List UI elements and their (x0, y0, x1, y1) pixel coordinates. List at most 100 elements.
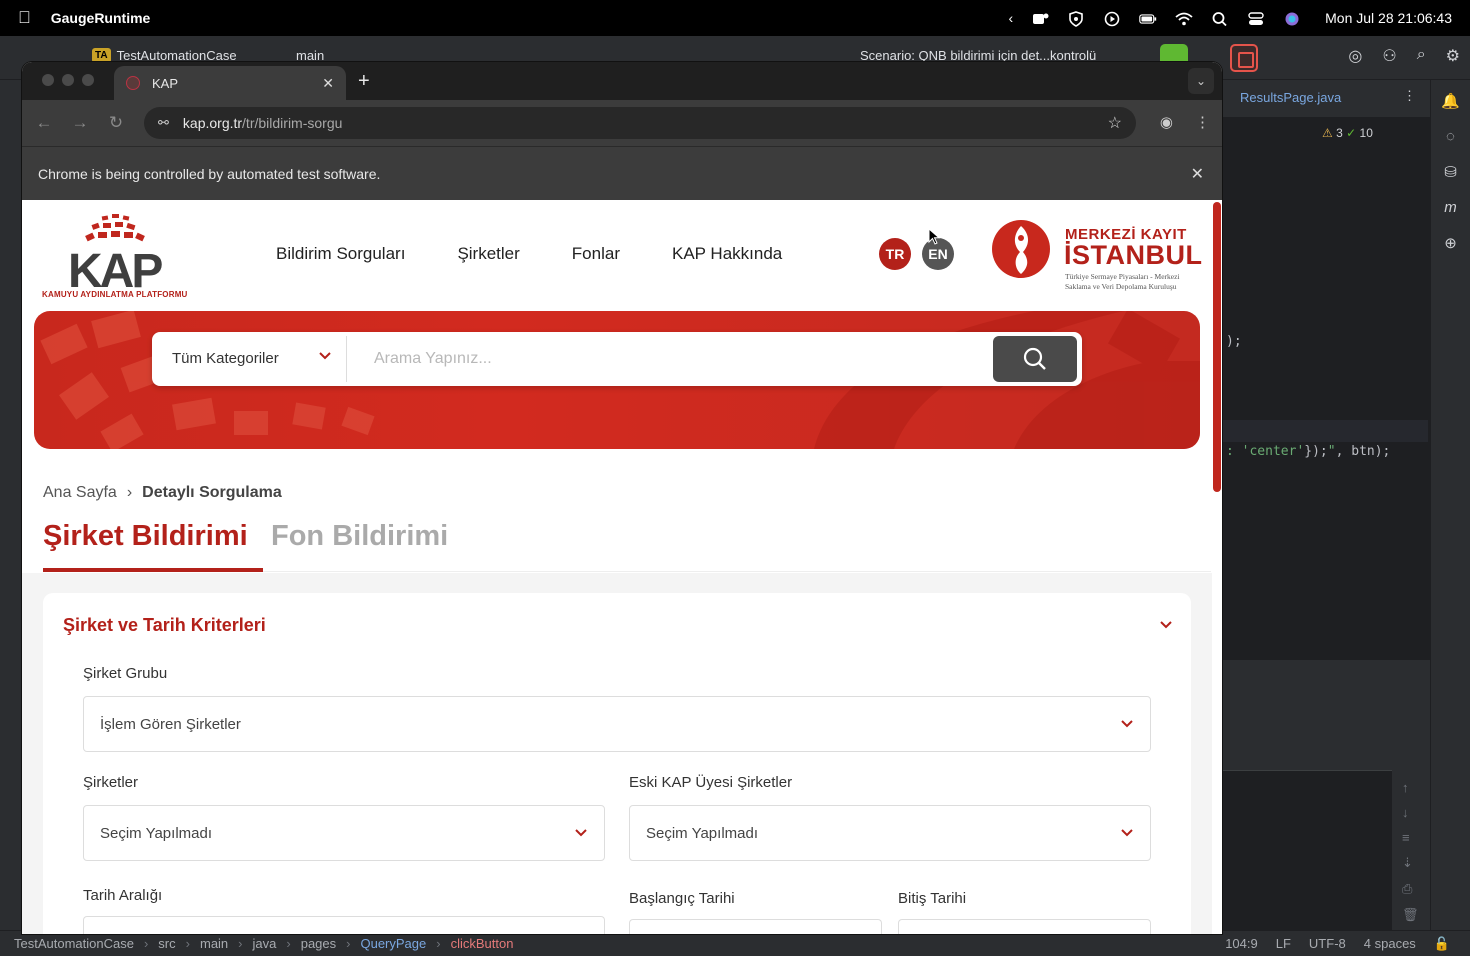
forward-icon[interactable]: → (62, 113, 98, 133)
criteria-title[interactable]: Şirket ve Tarih Kriterleri (63, 615, 266, 636)
app-name[interactable]: GaugeRuntime (51, 10, 151, 26)
search-divider (346, 336, 347, 382)
chevron-left-icon[interactable]: ‹ (1008, 10, 1013, 26)
stop-button[interactable] (1230, 44, 1258, 72)
inspections-widget[interactable]: ⚠ 3 ✓ 10 (1322, 126, 1373, 140)
breadcrumb-current: Detaylı Sorgulama (142, 484, 282, 501)
editor-tab[interactable]: ResultsPage.java ⋮ (1222, 80, 1430, 118)
site-info-icon[interactable]: ⚯ (158, 115, 169, 131)
crumb-class[interactable]: QueryPage (360, 936, 426, 951)
old-members-select[interactable]: Seçim Yapılmadı (629, 805, 1151, 861)
close-window-button[interactable] (42, 74, 54, 86)
arrow-down-icon[interactable]: ↓ (1402, 805, 1419, 820)
nav-item-kap-hakkinda[interactable]: KAP Hakkında (672, 244, 782, 264)
mki-line3: Türkiye Sermaye Piyasaları - Merkezi Sak… (1065, 272, 1180, 291)
teams-icon[interactable] (1031, 11, 1049, 25)
kap-logo[interactable]: KAP KAMUYU AYDINLATMA PLATFORMU (42, 214, 194, 300)
crumb-java[interactable]: java (253, 936, 277, 951)
ai-chat-icon[interactable]: ◌ (1446, 128, 1455, 145)
lock-icon[interactable]: 🔓 (1434, 936, 1450, 952)
profile-icon[interactable]: ◉ (1160, 113, 1173, 131)
companies-select[interactable]: Seçim Yapılmadı (83, 805, 605, 861)
browser-toolbar-right: ◉ ⋮ (1160, 113, 1210, 131)
apple-icon[interactable]:  (18, 8, 31, 28)
warning-count: 3 (1336, 126, 1343, 140)
more-options-icon[interactable]: ⋮ (1403, 88, 1416, 104)
arrow-up-icon[interactable]: ↑ (1402, 780, 1419, 795)
notifications-icon[interactable]: 🔔 (1441, 92, 1460, 110)
zoom-window-button[interactable] (82, 74, 94, 86)
chevron-down-icon (1120, 825, 1134, 844)
maven-icon[interactable]: m (1444, 199, 1457, 216)
soft-wrap-icon[interactable]: ≡ (1402, 830, 1419, 845)
wifi-icon[interactable] (1175, 11, 1193, 26)
chrome-menu-icon[interactable]: ⋮ (1195, 113, 1210, 131)
settings-icon[interactable]: ⚙ (1446, 46, 1460, 66)
lang-tr-button[interactable]: TR (879, 238, 911, 270)
trash-icon[interactable]: 🗑 (1402, 907, 1419, 923)
code-line[interactable]: ); (1226, 334, 1242, 349)
tab-sirket-bildirimi[interactable]: Şirket Bildirimi (43, 520, 248, 553)
search-input[interactable]: Arama Yapınız... (374, 350, 492, 368)
web-icon[interactable]: ⊕ (1444, 234, 1457, 252)
breadcrumb-home[interactable]: Ana Sayfa (43, 484, 117, 502)
indent-setting[interactable]: 4 spaces (1364, 936, 1416, 952)
play-circle-icon[interactable] (1103, 11, 1121, 27)
run-console[interactable] (1222, 770, 1392, 930)
category-select[interactable]: Tüm Kategoriler (172, 350, 279, 367)
ai-assistant-icon[interactable]: ◎ (1348, 46, 1362, 66)
database-icon[interactable]: ⛁ (1444, 163, 1457, 181)
page-scrollbar[interactable] (1212, 200, 1222, 934)
tab-search-button[interactable]: ⌄ (1188, 68, 1214, 94)
siri-icon[interactable] (1283, 11, 1301, 26)
shield-icon[interactable] (1067, 11, 1085, 27)
active-tab-indicator (43, 568, 263, 572)
warning-icon: ⚠ (1322, 126, 1333, 140)
start-date-input[interactable] (629, 919, 882, 934)
nav-item-sirketler[interactable]: Şirketler (457, 244, 519, 264)
crumb-pages[interactable]: pages (301, 936, 336, 951)
code-line[interactable]: : 'center'});", btn); (1226, 444, 1390, 459)
project-name: TestAutomationCase (116, 48, 237, 63)
nav-item-bildirim-sorgulari[interactable]: Bildirim Sorguları (276, 244, 405, 264)
mki-logo[interactable]: MERKEZİ KAYIT İSTANBUL Türkiye Sermaye P… (990, 216, 1202, 296)
print-icon[interactable]: ⎙ (1402, 881, 1419, 897)
search-button[interactable] (993, 336, 1077, 382)
file-encoding[interactable]: UTF-8 (1309, 936, 1346, 952)
reload-icon[interactable]: ↻ (98, 113, 134, 133)
crumb-src[interactable]: src (158, 936, 175, 951)
branch-selector[interactable]: main (296, 48, 324, 63)
close-tab-icon[interactable]: ✕ (322, 75, 334, 92)
date-range-select[interactable] (83, 916, 605, 934)
back-icon[interactable]: ← (26, 113, 62, 133)
end-date-label: Bitiş Tarihi (898, 890, 967, 907)
crumb-method[interactable]: clickButton (451, 936, 514, 951)
caret-position[interactable]: 104:9 (1225, 936, 1258, 952)
minimize-window-button[interactable] (62, 74, 74, 86)
menubar-clock[interactable]: Mon Jul 28 21:06:43 (1325, 10, 1452, 26)
close-infobar-icon[interactable]: ✕ (1191, 164, 1204, 184)
run-config-selector[interactable]: Scenario: QNB bildirimi için det...kontr… (860, 48, 1096, 63)
crumb-project[interactable]: TestAutomationCase (14, 936, 134, 951)
control-center-icon[interactable] (1247, 11, 1265, 25)
bookmark-star-icon[interactable]: ☆ (1108, 113, 1122, 133)
chevron-down-icon[interactable] (1159, 617, 1173, 636)
nav-item-fonlar[interactable]: Fonlar (572, 244, 620, 264)
tab-fon-bildirimi[interactable]: Fon Bildirimi (271, 520, 448, 553)
company-group-label: Şirket Grubu (83, 665, 168, 682)
crumb-main[interactable]: main (200, 936, 228, 951)
company-group-select[interactable]: İşlem Gören Şirketler (83, 696, 1151, 752)
scrollbar-thumb[interactable] (1213, 202, 1221, 492)
add-user-icon[interactable]: ⚇ (1382, 46, 1396, 66)
end-date-input[interactable] (898, 919, 1151, 934)
line-separator[interactable]: LF (1276, 936, 1291, 952)
project-selector[interactable]: TA TestAutomationCase (92, 48, 237, 63)
search-icon[interactable]: ⌕ (1417, 46, 1426, 66)
chevron-down-icon[interactable] (318, 348, 332, 367)
spotlight-search-icon[interactable] (1211, 11, 1229, 27)
battery-icon[interactable] (1139, 11, 1157, 25)
new-tab-button[interactable]: + (358, 70, 370, 93)
address-bar[interactable]: ⚯ kap.org.tr/tr/bildirim-sorgu ☆ (144, 107, 1136, 139)
scroll-end-icon[interactable]: ⇣ (1402, 855, 1419, 871)
browser-tab[interactable]: KAP ✕ (114, 66, 346, 100)
